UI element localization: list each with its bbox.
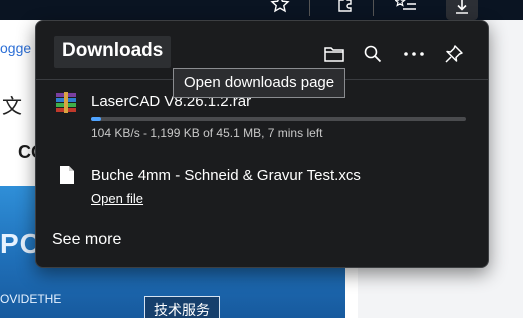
toolbar-separator	[373, 0, 374, 16]
search-icon	[364, 45, 382, 63]
page-link-fragment[interactable]: ogge	[0, 40, 31, 56]
download-progress-bar	[91, 117, 466, 121]
search-downloads-button[interactable]	[360, 41, 386, 67]
download-status: 104 KB/s - 1,199 KB of 45.1 MB, 7 mins l…	[91, 126, 323, 140]
favorites-list-icon[interactable]	[392, 0, 420, 16]
more-options-button[interactable]	[401, 41, 427, 67]
pin-button[interactable]	[441, 41, 467, 67]
toolbar-separator	[309, 0, 310, 16]
ellipsis-icon	[404, 52, 424, 56]
download-icon[interactable]	[446, 0, 478, 20]
rar-archive-icon	[55, 91, 77, 118]
open-file-link[interactable]: Open file	[91, 191, 143, 206]
open-folder-button[interactable]	[321, 41, 347, 67]
extensions-icon[interactable]	[331, 0, 359, 16]
open-downloads-page-tooltip: Open downloads page	[173, 68, 346, 98]
browser-window: ogge 文 CO POI OVIDETHE 技术服务 Downloads Op…	[0, 0, 523, 318]
pin-icon	[445, 45, 463, 63]
downloads-title: Downloads	[54, 36, 172, 68]
see-more-link[interactable]: See more	[52, 231, 121, 249]
download-filename[interactable]: Buche 4mm - Schneid & Gravur Test.xcs	[91, 167, 361, 184]
folder-icon	[324, 47, 344, 62]
download-progress-fill	[91, 117, 101, 121]
banner-subtitle-fragment: OVIDETHE	[0, 292, 62, 306]
browser-toolbar	[0, 0, 523, 20]
tech-service-button[interactable]: 技术服务	[144, 296, 220, 318]
favorite-star-icon[interactable]	[266, 0, 294, 16]
file-icon	[59, 165, 75, 190]
translate-icon[interactable]: 文	[2, 90, 22, 119]
downloads-flyout: Downloads Open downloads page LaserCAD V…	[35, 20, 489, 268]
